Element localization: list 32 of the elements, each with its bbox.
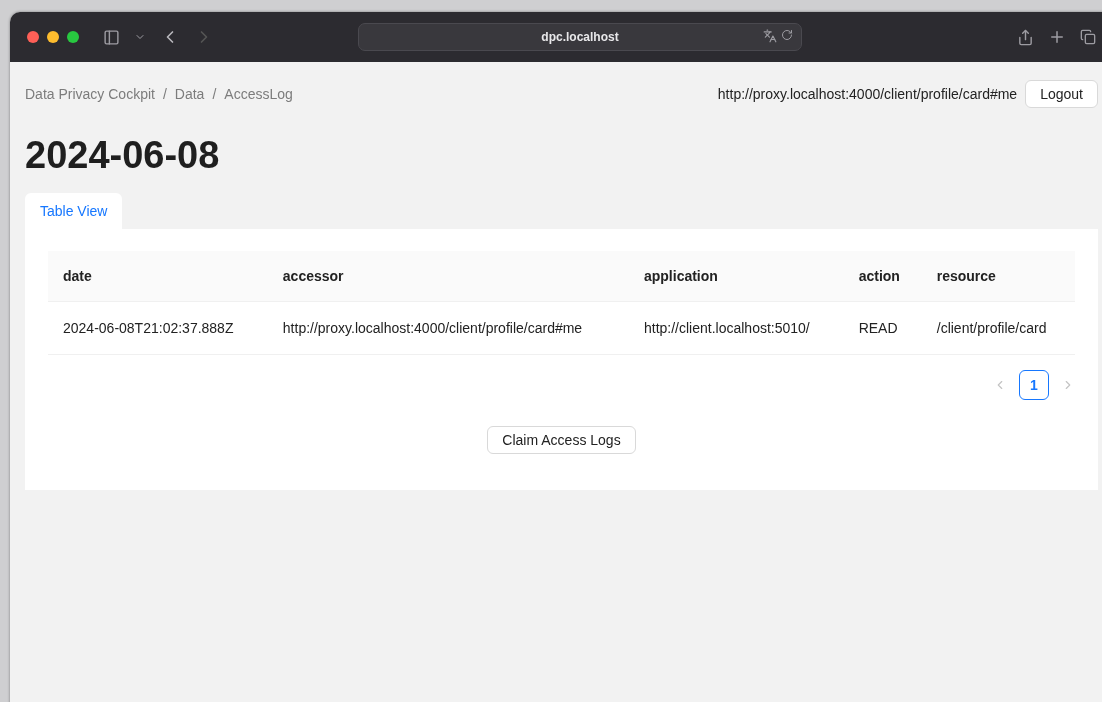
page-button[interactable]: 1	[1019, 370, 1049, 400]
tabs-overview-icon[interactable]	[1080, 29, 1096, 45]
address-field[interactable]: dpc.localhost	[358, 23, 802, 51]
column-header: date	[48, 251, 268, 302]
page-title: 2024-06-08	[25, 134, 221, 177]
table-cell: READ	[843, 301, 922, 355]
translate-icon[interactable]	[763, 29, 777, 43]
address-text: dpc.localhost	[541, 30, 619, 44]
breadcrumb-item: AccessLog	[224, 86, 293, 102]
breadcrumb-item[interactable]: Data	[174, 86, 205, 102]
table-cell: 2024-06-08T21:02:37.888Z	[48, 301, 268, 355]
zoom-button[interactable]	[67, 31, 79, 43]
logout-button[interactable]: Logout	[1025, 80, 1098, 108]
column-header: application	[628, 251, 844, 302]
column-header: resource	[921, 251, 1075, 302]
column-header: accessor	[267, 251, 629, 302]
close-button[interactable]	[27, 31, 39, 43]
tab[interactable]: Table View	[25, 193, 123, 229]
breadcrumb-item[interactable]: Data Privacy Cockpit	[25, 86, 155, 102]
new-tab-icon[interactable]	[1048, 28, 1066, 46]
table-cell: http://proxy.localhost:4000/client/profile/card#me	[267, 301, 629, 355]
breadcrumb-separator: /	[212, 86, 217, 102]
column-header: action	[843, 251, 922, 302]
minimize-button[interactable]	[47, 31, 59, 43]
share-icon[interactable]	[1017, 28, 1034, 46]
reload-icon[interactable]	[781, 29, 793, 41]
breadcrumb-separator: /	[162, 86, 167, 102]
user-id: http://proxy.localhost:4000/client/profile/card#me	[717, 86, 1018, 102]
table-cell: http://client.localhost:5010/	[628, 301, 844, 355]
claim-access-logs-button[interactable]: Claim Access Logs	[487, 426, 636, 454]
table-cell: /client/profile/card	[921, 301, 1075, 355]
sidebar-icon[interactable]	[103, 28, 120, 46]
